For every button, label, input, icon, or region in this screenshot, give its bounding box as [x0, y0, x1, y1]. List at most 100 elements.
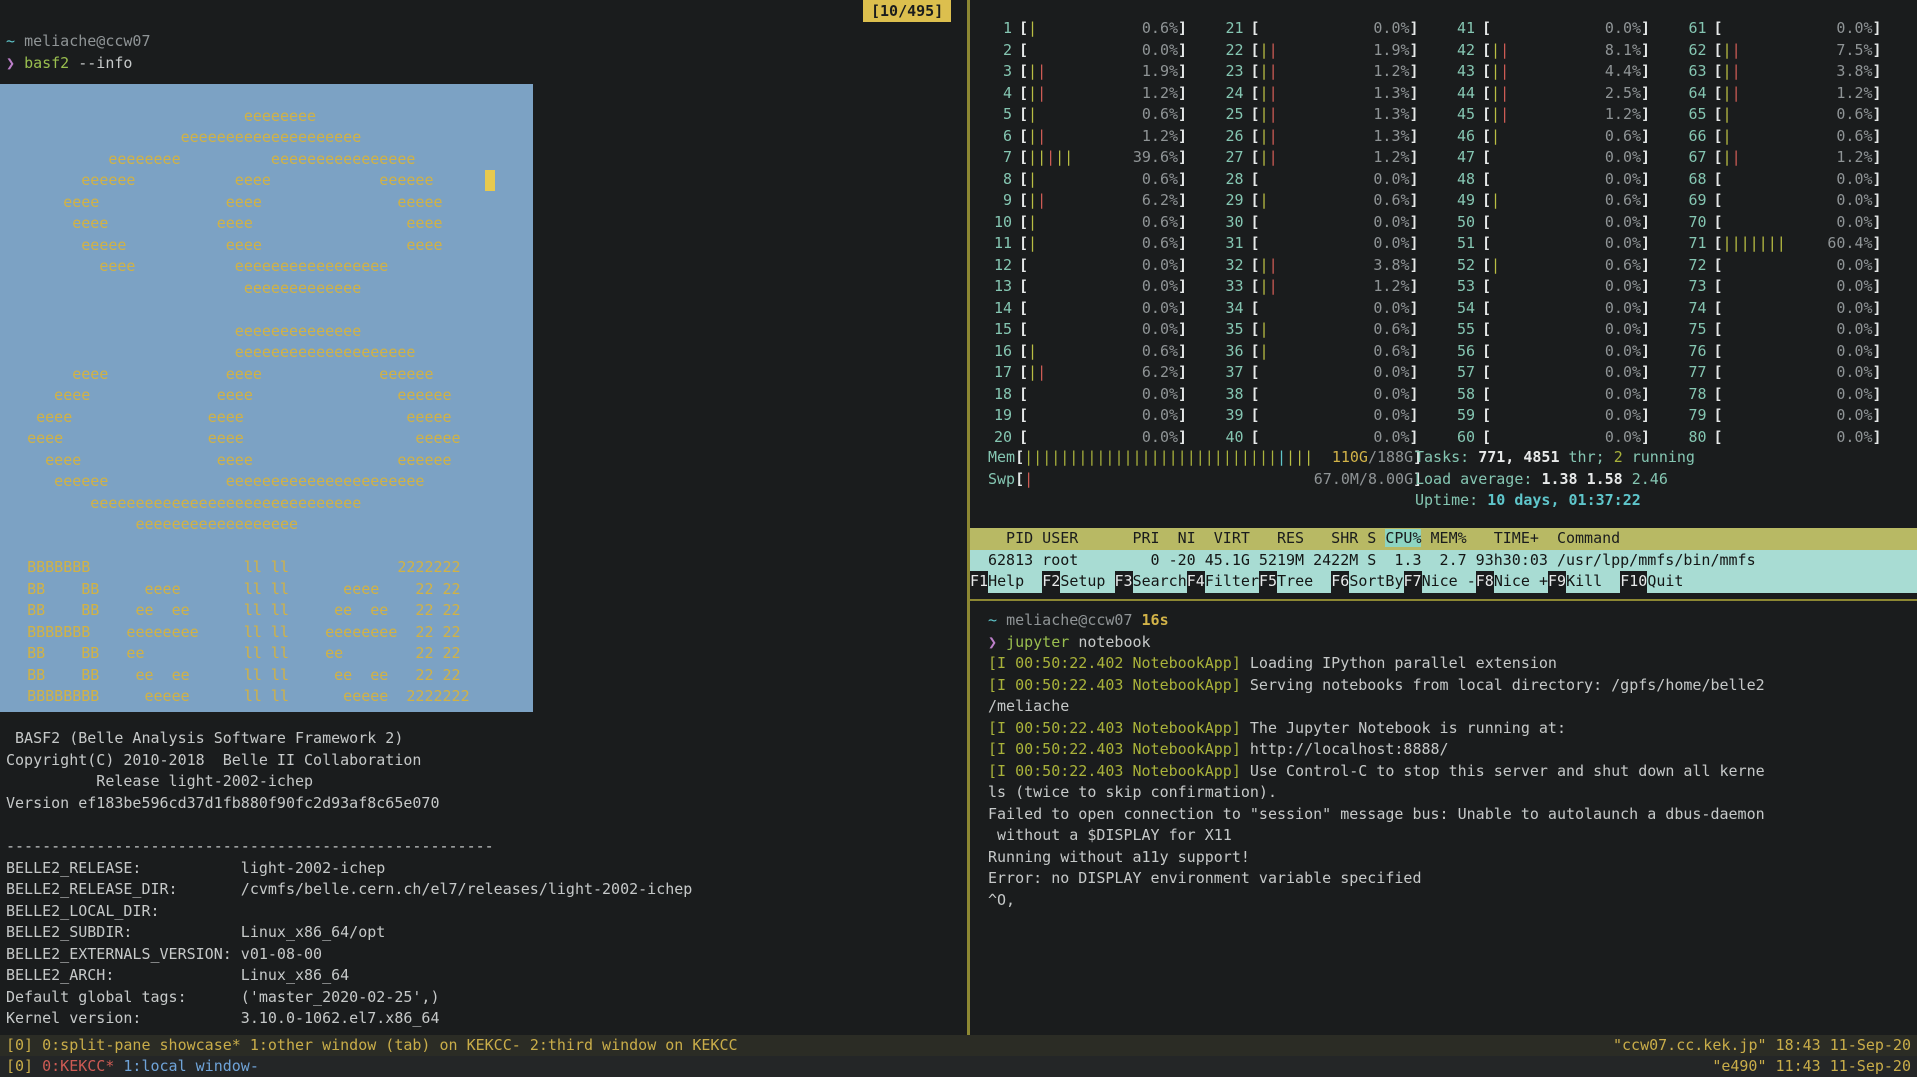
cpu-bars: | — [1028, 212, 1037, 234]
tasks-running-count: 2 — [1614, 448, 1623, 466]
fkey-f4[interactable]: F4 — [1187, 571, 1205, 593]
outer-window-2[interactable]: 2:third window on KEKCC — [530, 1036, 738, 1054]
cpu-percent: 1.2% — [1723, 83, 1873, 105]
process-row-text: 62813 root 0 -20 45.1G 5219M 2422M S 1.3… — [988, 551, 1756, 569]
cpu-meter-23: 23[||1.2%] — [1220, 61, 1452, 83]
tasks-thr-label: thr; — [1560, 448, 1614, 466]
cpu-meter-43: 43[||4.4%] — [1451, 61, 1683, 83]
fkey-f2[interactable]: F2 — [1042, 571, 1060, 593]
cpu-bars: | — [1028, 233, 1037, 255]
fkey-f8[interactable]: F8 — [1476, 571, 1494, 593]
cpu-id: 14 — [988, 298, 1012, 320]
log-timestamp-prefix: [I 00:50:22.403 NotebookApp] — [988, 762, 1241, 780]
fkey-label[interactable]: Setup — [1060, 571, 1114, 593]
cpu-bars: || — [1260, 83, 1278, 105]
cpu-meter-49: 49[|0.6%] — [1451, 190, 1683, 212]
cpu-id: 9 — [988, 190, 1012, 212]
cpu-meter-75: 75[0.0%] — [1683, 319, 1915, 341]
cpu-id: 19 — [988, 405, 1012, 427]
cpu-id: 3 — [988, 61, 1012, 83]
cpu-meter-67: 67[||1.2%] — [1683, 147, 1915, 169]
log-line: ls (twice to skip confirmation). — [988, 782, 1765, 804]
cpu-meter-12: 12[0.0%] — [988, 255, 1220, 277]
cpu-id: 56 — [1451, 341, 1475, 363]
cpu-meter-77: 77[0.0%] — [1683, 362, 1915, 384]
cpu-id: 1 — [988, 18, 1012, 40]
cpu-meter-41: 41[0.0%] — [1451, 18, 1683, 40]
left-pane[interactable]: ~ meliache@ccw07 ❯ basf2 --info eeeeeeee… — [0, 0, 966, 1035]
cpu-meter-60: 60[0.0%] — [1451, 427, 1683, 449]
fkey-label[interactable]: Tree — [1277, 571, 1331, 593]
fkey-f10[interactable]: F10 — [1620, 571, 1647, 593]
basf2-banner-art: eeeeeeee eeeeeeeeeeeeeeeeeeee eeeeeeee e… — [0, 84, 533, 708]
cpu-bars: | — [1723, 126, 1732, 148]
fkey-label[interactable]: Kill — [1566, 571, 1620, 593]
cpu-id: 35 — [1220, 319, 1244, 341]
fkey-f1[interactable]: F1 — [970, 571, 988, 593]
cpu-meter-14: 14[0.0%] — [988, 298, 1220, 320]
cpu-percent: 0.6% — [1491, 190, 1641, 212]
cpu-percent: 0.0% — [1028, 40, 1178, 62]
fkey-f7[interactable]: F7 — [1404, 571, 1422, 593]
cpu-meter-2: 2[0.0%] — [988, 40, 1220, 62]
htop-pane[interactable]: 1[|0.6%]2[0.0%]3[||1.9%]4[||1.2%]5[|0.6%… — [970, 0, 1917, 599]
cpu-bars: || — [1260, 104, 1278, 126]
cpu-meter-54: 54[0.0%] — [1451, 298, 1683, 320]
cpu-meter-53: 53[0.0%] — [1451, 276, 1683, 298]
cpu-meter-62: 62[||7.5%] — [1683, 40, 1915, 62]
cpu-meter-78: 78[0.0%] — [1683, 384, 1915, 406]
fkey-f6[interactable]: F6 — [1331, 571, 1349, 593]
cpu-id: 28 — [1220, 169, 1244, 191]
cpu-meter-20: 20[0.0%] — [988, 427, 1220, 449]
cpu-meter-42: 42[||8.1%] — [1451, 40, 1683, 62]
cpu-id: 32 — [1220, 255, 1244, 277]
fkey-label[interactable]: Nice - — [1422, 571, 1476, 593]
cpu-meter-34: 34[0.0%] — [1220, 298, 1452, 320]
cpu-bars: || — [1028, 190, 1046, 212]
cpu-percent: 6.2% — [1028, 190, 1178, 212]
cpu-meter-6: 6[||1.2%] — [988, 126, 1220, 148]
process-table-row[interactable]: 62813 root 0 -20 45.1G 5219M 2422M S 1.3… — [970, 550, 1917, 572]
fkey-label[interactable]: Quit — [1647, 571, 1701, 593]
fkey-f3[interactable]: F3 — [1115, 571, 1133, 593]
cpu-percent: 0.0% — [1260, 427, 1410, 449]
cpu-id: 70 — [1683, 212, 1707, 234]
jupyter-command-args: notebook — [1078, 633, 1150, 651]
fkey-label[interactable]: Search — [1133, 571, 1187, 593]
fkey-label[interactable]: Help — [988, 571, 1042, 593]
cpu-meter-63: 63[||3.8%] — [1683, 61, 1915, 83]
cpu-meter-8: 8[|0.6%] — [988, 169, 1220, 191]
outer-window-1[interactable]: 1:other window (tab) on KEKCC- — [250, 1036, 530, 1054]
command-name: basf2 — [24, 54, 69, 72]
header-sort-column[interactable]: CPU% — [1385, 529, 1421, 547]
jupyter-pane[interactable]: ~ meliache@ccw07 16s ❯ jupyter notebook … — [970, 601, 1917, 1035]
cpu-id: 22 — [1220, 40, 1244, 62]
cpu-percent: 4.4% — [1491, 61, 1641, 83]
cpu-meter-7: 7[|||||39.6%] — [988, 147, 1220, 169]
fkey-label[interactable]: SortBy — [1349, 571, 1403, 593]
cpu-percent: 0.0% — [1491, 362, 1641, 384]
fkey-f5[interactable]: F5 — [1259, 571, 1277, 593]
outer-window-0[interactable]: 0:split-pane showcase* — [42, 1036, 250, 1054]
cpu-id: 37 — [1220, 362, 1244, 384]
fkey-f9[interactable]: F9 — [1548, 571, 1566, 593]
command-line: ❯ basf2 --info — [6, 53, 132, 75]
cpu-id: 52 — [1451, 255, 1475, 277]
inner-window-active[interactable]: 0:KEKCC* — [42, 1057, 123, 1075]
cpu-id: 4 — [988, 83, 1012, 105]
fkey-label[interactable]: Nice + — [1494, 571, 1548, 593]
fkey-label[interactable]: Filter — [1205, 571, 1259, 593]
cpu-meter-57: 57[0.0%] — [1451, 362, 1683, 384]
cpu-id: 75 — [1683, 319, 1707, 341]
cpu-meter-73: 73[0.0%] — [1683, 276, 1915, 298]
cpu-percent: 0.0% — [1723, 384, 1873, 406]
cpu-meter-51: 51[0.0%] — [1451, 233, 1683, 255]
inner-window-other[interactable]: 1:local window- — [123, 1057, 258, 1075]
cpu-percent: 0.0% — [1491, 147, 1641, 169]
cpu-id: 5 — [988, 104, 1012, 126]
cpu-id: 27 — [1220, 147, 1244, 169]
cpu-percent: 0.0% — [1028, 405, 1178, 427]
cpu-meter-10: 10[|0.6%] — [988, 212, 1220, 234]
swp-bars: | — [1024, 469, 1033, 491]
process-table-header[interactable]: PID USER PRI NI VIRT RES SHR S CPU% MEM%… — [970, 528, 1917, 550]
